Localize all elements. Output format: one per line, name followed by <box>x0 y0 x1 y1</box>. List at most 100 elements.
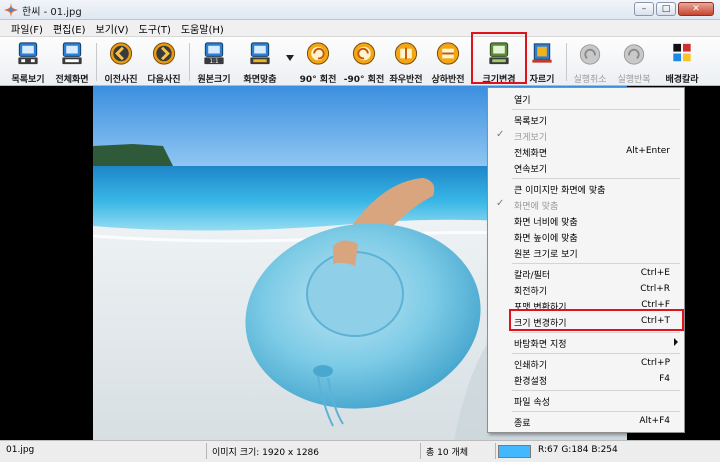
full-screen-icon <box>62 42 82 65</box>
arrow-right-icon <box>152 42 176 65</box>
ctx-fit-large[interactable]: 큰 이미지만 화면에 맞춤 <box>488 181 684 197</box>
ctx-list-view[interactable]: 목록보기 <box>488 112 684 128</box>
undo-button[interactable]: 실행취소 <box>570 39 610 85</box>
context-menu: 열기 목록보기 ✓ 크게보기 전체화면 Alt+Enter 연속보기 큰 이미지… <box>487 87 685 433</box>
list-view-button[interactable]: 목록보기 <box>8 39 48 85</box>
crop-icon <box>532 43 552 63</box>
fit-screen-icon <box>250 42 270 65</box>
ctx-slideshow[interactable]: 연속보기 <box>488 160 684 176</box>
ctx-set-wallpaper[interactable]: 바탕화면 지정 <box>488 335 684 351</box>
next-photo-label: 다음사진 <box>147 75 181 85</box>
svg-text:1:1: 1:1 <box>209 59 219 65</box>
menu-separator <box>512 411 680 412</box>
window-title: 한씨 - 01.jpg <box>22 7 82 18</box>
menu-edit[interactable]: 편집(E) <box>48 20 91 36</box>
toolbar-separator <box>96 43 97 81</box>
menu-bar: 파일(F) 편집(E) 보기(V) 도구(T) 도움말(H) <box>0 20 720 36</box>
ctx-full-screen[interactable]: 전체화면 Alt+Enter <box>488 144 684 160</box>
redo-icon <box>623 44 645 65</box>
rotate-neg90-label: -90° 회전 <box>343 75 385 85</box>
minimize-button[interactable]: – <box>634 2 654 16</box>
app-icon <box>4 3 18 17</box>
ctx-open[interactable]: 열기 <box>488 91 684 107</box>
menu-separator <box>512 390 680 391</box>
flip-lr-label: 좌우반전 <box>389 75 423 85</box>
crop-button[interactable]: 자르기 <box>522 39 562 85</box>
status-bar: 01.jpg 이미지 크기: 1920 x 1286 총 10 개체 R:67 … <box>0 440 720 462</box>
rotate-right-icon <box>306 42 330 65</box>
menu-tools[interactable]: 도구(T) <box>134 20 176 36</box>
ctx-fit-width[interactable]: 화면 너비에 맞춤 <box>488 213 684 229</box>
check-icon: ✓ <box>496 198 505 209</box>
original-size-button[interactable]: 1:1 원본크기 <box>194 39 234 85</box>
ctx-fit-screen[interactable]: ✓ 화면에 맞춤 <box>488 197 684 213</box>
next-photo-button[interactable]: 다음사진 <box>144 39 184 85</box>
original-size-icon: 1:1 <box>204 42 224 65</box>
status-divider <box>495 443 496 459</box>
ctx-rotate[interactable]: 회전하기 Ctrl+R <box>488 282 684 298</box>
ctx-settings[interactable]: 환경설정 F4 <box>488 372 684 388</box>
ctx-fit-height[interactable]: 화면 높이에 맞춤 <box>488 229 684 245</box>
flip-ud-label: 상하반전 <box>431 75 465 85</box>
status-image-size: 이미지 크기: 1920 x 1286 <box>212 448 320 458</box>
ctx-large-view[interactable]: ✓ 크게보기 <box>488 128 684 144</box>
maximize-button[interactable]: □ <box>656 2 676 16</box>
fit-screen-label: 화면맞춤 <box>243 75 277 85</box>
crop-label: 자르기 <box>529 75 555 85</box>
toolbar: 목록보기 전체화면 이전사진 다음사진 1:1 원본크기 화면맞춤 90° 회전… <box>0 36 720 86</box>
status-filename: 01.jpg <box>6 445 35 455</box>
check-icon: ✓ <box>496 129 505 140</box>
status-total: 총 10 개체 <box>426 448 469 458</box>
undo-icon <box>579 44 601 65</box>
menu-separator <box>512 263 680 264</box>
list-view-icon <box>18 42 38 65</box>
rotate-left-icon <box>352 42 376 65</box>
toolbar-separator <box>566 43 567 81</box>
full-screen-button[interactable]: 전체화면 <box>52 39 92 85</box>
close-button[interactable]: ✕ <box>678 2 714 16</box>
original-size-label: 원본크기 <box>197 75 231 85</box>
ctx-original-size[interactable]: 원본 크기로 보기 <box>488 245 684 261</box>
resize-button-highlight <box>471 32 527 84</box>
title-bar: 한씨 - 01.jpg – □ ✕ <box>0 0 720 20</box>
undo-label: 실행취소 <box>573 75 607 85</box>
bg-color-button[interactable]: 배경칼라 <box>660 39 704 85</box>
window-controls: – □ ✕ <box>634 2 714 16</box>
toolbar-separator <box>189 43 190 81</box>
menu-separator <box>512 353 680 354</box>
flip-lr-button[interactable]: 좌우반전 <box>386 39 426 85</box>
full-screen-label: 전체화면 <box>55 75 89 85</box>
menu-view[interactable]: 보기(V) <box>91 20 134 36</box>
ctx-print[interactable]: 인쇄하기 Ctrl+P <box>488 356 684 372</box>
dropdown-arrow-icon[interactable] <box>286 55 294 61</box>
menu-file[interactable]: 파일(F) <box>6 20 48 36</box>
rotate-90-button[interactable]: 90° 회전 <box>298 39 338 85</box>
menu-separator <box>512 109 680 110</box>
flip-horizontal-icon <box>394 42 418 65</box>
menu-help[interactable]: 도움말(H) <box>176 20 229 36</box>
rotate-neg90-button[interactable]: -90° 회전 <box>342 39 386 85</box>
ctx-exit[interactable]: 종료 Alt+F4 <box>488 414 684 430</box>
status-divider <box>206 443 207 459</box>
fit-screen-button[interactable]: 화면맞춤 <box>240 39 280 85</box>
prev-photo-button[interactable]: 이전사진 <box>101 39 141 85</box>
redo-button[interactable]: 실행반복 <box>614 39 654 85</box>
ctx-file-properties[interactable]: 파일 속성 <box>488 393 684 409</box>
bg-color-label: 배경칼라 <box>665 75 699 85</box>
list-view-label: 목록보기 <box>11 75 45 85</box>
submenu-arrow-icon <box>674 338 678 346</box>
menu-separator <box>512 332 680 333</box>
pixel-color-swatch <box>498 445 531 458</box>
color-palette-icon <box>673 43 691 62</box>
ctx-color-filter[interactable]: 칼라/필터 Ctrl+E <box>488 266 684 282</box>
flip-ud-button[interactable]: 상하반전 <box>428 39 468 85</box>
status-divider <box>420 443 421 459</box>
flip-vertical-icon <box>436 42 460 65</box>
redo-label: 실행반복 <box>617 75 651 85</box>
prev-photo-label: 이전사진 <box>104 75 138 85</box>
rotate-90-label: 90° 회전 <box>299 75 337 85</box>
resize-menu-highlight <box>509 309 684 331</box>
status-pixel-color: R:67 G:184 B:254 <box>538 445 618 455</box>
menu-separator <box>512 178 680 179</box>
arrow-left-icon <box>109 42 133 65</box>
